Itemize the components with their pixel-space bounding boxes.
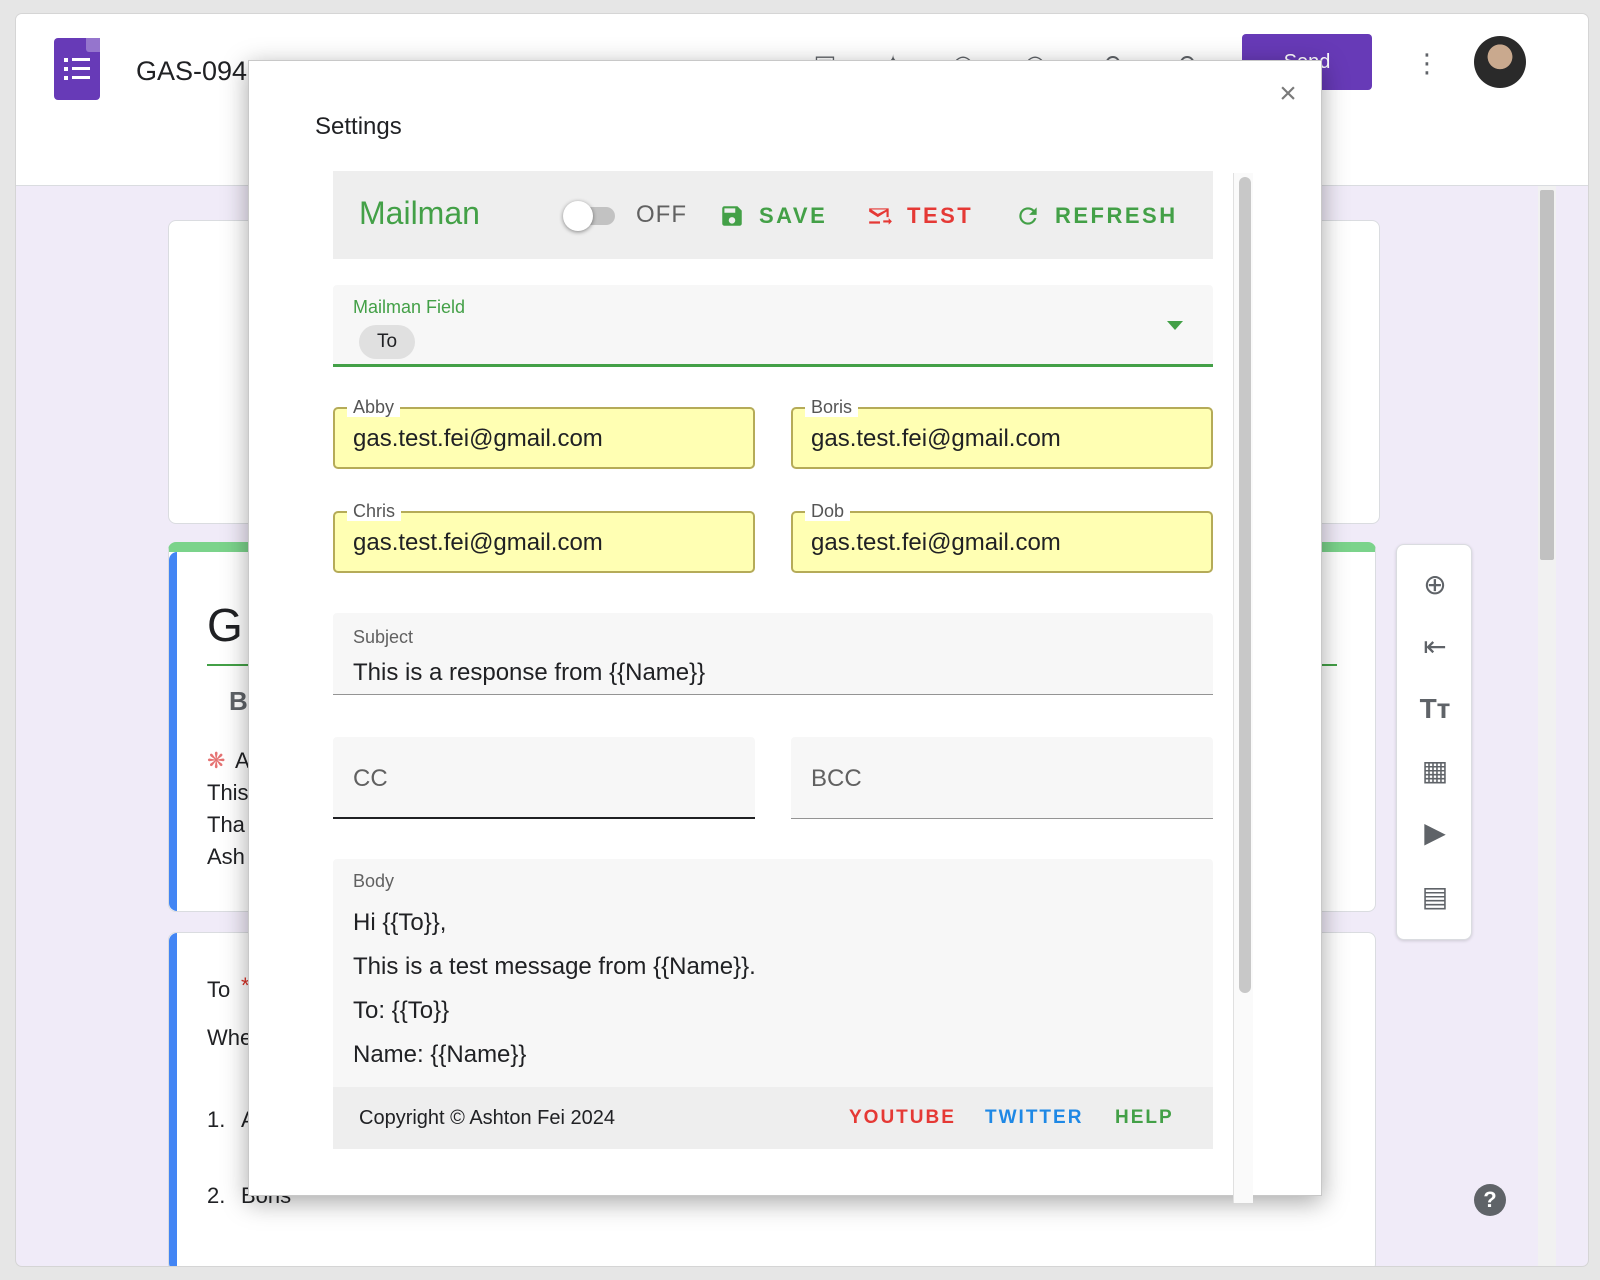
desc-line-2: This	[207, 780, 249, 805]
dialog-footer: Copyright © Ashton Fei 2024 YOUTUBE TWIT…	[333, 1087, 1213, 1149]
help-link[interactable]: HELP	[1115, 1107, 1174, 1129]
recipient-email-input[interactable]	[811, 423, 1201, 455]
recipient-email-input[interactable]	[353, 527, 743, 559]
help-icon[interactable]: ?	[1474, 1184, 1506, 1216]
toggle-knob	[563, 201, 593, 231]
test-button[interactable]: TEST	[867, 199, 973, 233]
enable-toggle[interactable]	[563, 201, 617, 231]
recipient-field-boris: Boris	[791, 397, 1213, 469]
add-image-icon[interactable]: ▦	[1417, 753, 1453, 789]
email-send-icon	[869, 208, 892, 225]
import-questions-icon[interactable]: ⇤	[1417, 629, 1453, 665]
save-button[interactable]: SAVE	[719, 199, 827, 233]
recipient-field-chris: Chris	[333, 501, 755, 573]
subject-input[interactable]	[353, 657, 1173, 689]
subject-label: Subject	[353, 627, 414, 647]
app-name: Mailman	[359, 195, 480, 231]
recipient-label: Dob	[805, 501, 851, 521]
recipient-field-dob: Dob	[791, 501, 1213, 573]
add-title-icon[interactable]: Tᴛ	[1417, 691, 1453, 727]
refresh-label: REFRESH	[1055, 203, 1178, 228]
youtube-link[interactable]: YOUTUBE	[849, 1107, 956, 1129]
page-scrollbar-thumb[interactable]	[1540, 190, 1554, 560]
card-accent-bar	[169, 933, 177, 1266]
refresh-icon	[1019, 207, 1037, 225]
card-accent-bar	[169, 552, 177, 911]
toggle-state-label: OFF	[636, 201, 687, 228]
save-label: SAVE	[759, 203, 828, 228]
document-title[interactable]: GAS-094	[136, 56, 247, 87]
add-question-icon[interactable]: ⊕	[1417, 567, 1453, 603]
question-title-partial: To	[207, 977, 231, 1002]
body-line: This is a test message from {{Name}}.	[353, 953, 756, 980]
close-icon[interactable]: ×	[1273, 79, 1303, 109]
form-title-partial: G	[207, 599, 243, 651]
recipient-label: Abby	[347, 397, 401, 417]
option-number-2: 2.	[207, 1183, 226, 1208]
brain-emoji-icon: ❋	[207, 748, 226, 773]
desc-line-3: Tha	[207, 812, 245, 837]
copyright-text: Copyright © Ashton Fei 2024	[359, 1107, 615, 1129]
settings-dialog: Settings × Mailman OFF SAVE TEST REFRESH…	[248, 60, 1322, 1203]
recipient-label: Boris	[805, 397, 859, 417]
refresh-button[interactable]: REFRESH	[1015, 199, 1178, 233]
mailman-toolbar: Mailman OFF SAVE TEST REFRESH	[333, 171, 1213, 259]
desc-line-4: Ash	[207, 844, 245, 869]
avatar[interactable]	[1474, 36, 1526, 88]
bcc-input[interactable]	[811, 763, 1191, 795]
subject-field: Subject	[333, 613, 1213, 695]
add-section-icon[interactable]: ▤	[1417, 879, 1453, 915]
bcc-field	[791, 737, 1213, 819]
recipient-email-input[interactable]	[811, 527, 1201, 559]
mailman-field-label: Mailman Field	[353, 297, 466, 317]
test-label: TEST	[907, 203, 974, 228]
option-number-1: 1.	[207, 1107, 226, 1132]
cc-input[interactable]	[353, 763, 733, 795]
twitter-link[interactable]: TWITTER	[985, 1107, 1083, 1129]
forms-logo-icon[interactable]	[54, 38, 100, 100]
recipient-label: Chris	[347, 501, 402, 521]
cc-field	[333, 737, 755, 819]
question-toolbar: ⊕ ⇤ Tᴛ ▦ ▶ ▤	[1396, 544, 1472, 940]
body-line: Name: {{Name}}	[353, 1041, 527, 1068]
floppy-disk-icon	[722, 206, 742, 226]
body-textarea[interactable]: Hi {{To}}, This is a test message from {…	[353, 901, 1193, 1099]
selected-chip[interactable]: To	[359, 325, 416, 359]
more-options-icon[interactable]: ⋮	[1414, 48, 1440, 78]
body-field[interactable]: Body Hi {{To}}, This is a test message f…	[333, 859, 1213, 1099]
mailman-field-select[interactable]: Mailman Field To	[333, 285, 1213, 367]
body-line: Hi {{To}},	[353, 909, 447, 936]
recipient-email-input[interactable]	[353, 423, 743, 455]
body-line: To: {{To}}	[353, 997, 450, 1024]
body-label: Body	[353, 871, 395, 891]
dialog-title: Settings	[315, 113, 402, 140]
chevron-down-icon[interactable]	[1167, 321, 1183, 330]
form-subtitle-partial: B	[229, 686, 248, 716]
add-video-icon[interactable]: ▶	[1417, 815, 1453, 851]
recipient-field-abby: Abby	[333, 397, 755, 469]
dialog-scrollbar-thumb[interactable]	[1239, 177, 1251, 993]
dialog-content: Mailman OFF SAVE TEST REFRESH Mailman Fi…	[333, 171, 1213, 1147]
question-desc-partial: Whe	[207, 1025, 253, 1050]
